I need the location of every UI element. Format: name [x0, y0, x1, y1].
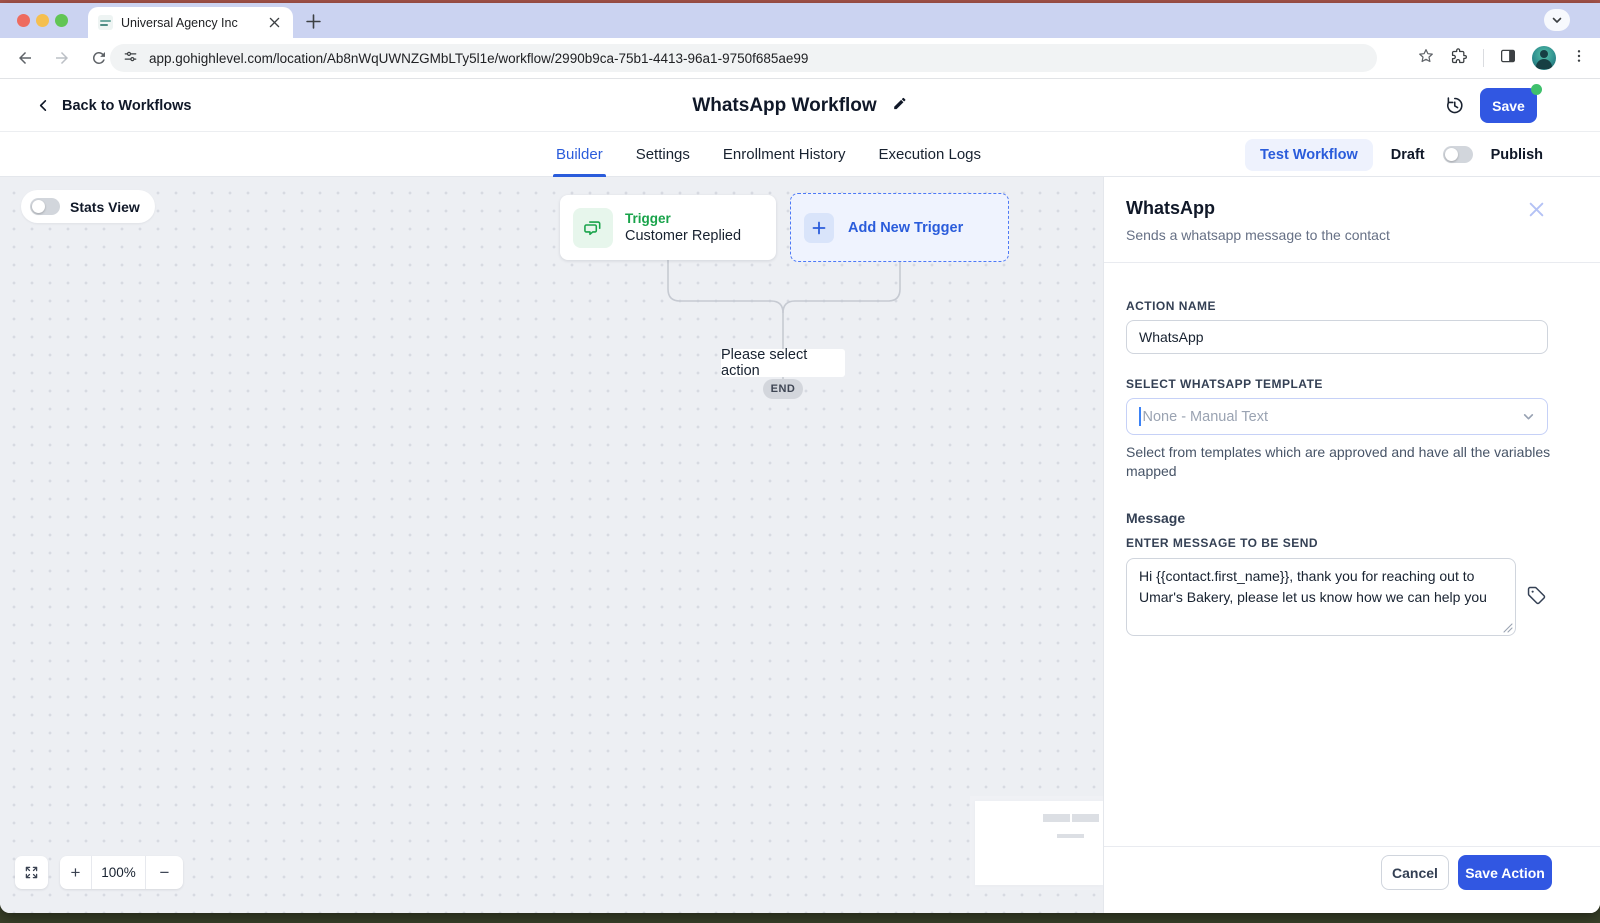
browser-tab-title: Universal Agency Inc: [121, 15, 238, 30]
version-history-icon[interactable]: [1441, 92, 1467, 118]
browser-toolbar: app.gohighlevel.com/location/Ab8nWqUWNZG…: [0, 38, 1600, 78]
trigger-node-subtitle: Customer Replied: [625, 228, 742, 244]
minimap[interactable]: [975, 801, 1103, 885]
panel-footer: Cancel Save Action: [1104, 846, 1600, 913]
url-text: app.gohighlevel.com/location/Ab8nWqUWNZG…: [149, 50, 809, 66]
minimap-node: [1043, 814, 1070, 822]
message-textarea[interactable]: Hi {{contact.first_name}}, thank you for…: [1126, 558, 1516, 636]
toolbar-divider: [1483, 49, 1484, 67]
test-workflow-button[interactable]: Test Workflow: [1245, 138, 1373, 171]
publish-toggle[interactable]: [1442, 146, 1473, 163]
add-new-trigger-node[interactable]: Add New Trigger: [790, 193, 1009, 262]
workflow-title: WhatsApp Workflow: [692, 94, 877, 116]
plus-icon: [804, 212, 834, 243]
unsaved-status-dot: [1531, 84, 1542, 95]
connector-lines: [667, 260, 901, 381]
forward-icon[interactable]: [50, 46, 74, 70]
extensions-icon[interactable]: [1450, 47, 1468, 70]
draft-label: Draft: [1390, 146, 1425, 163]
site-favicon-icon: [98, 15, 113, 30]
panel-divider: [1104, 262, 1600, 263]
chevron-down-icon: [1523, 414, 1534, 420]
tab-enrollment-history[interactable]: Enrollment History: [723, 132, 846, 177]
new-tab-button[interactable]: [303, 11, 323, 31]
zoom-out-button[interactable]: −: [145, 856, 183, 889]
message-section-label: Message: [1126, 510, 1186, 526]
browser-tabstrip: Universal Agency Inc: [0, 3, 1600, 38]
back-to-workflows-button[interactable]: Back to Workflows: [36, 79, 191, 132]
stats-view-control: Stats View: [21, 190, 155, 223]
zoom-level: 100%: [91, 856, 145, 889]
stats-view-label: Stats View: [70, 198, 140, 215]
zoom-in-button[interactable]: +: [60, 856, 91, 889]
profile-avatar[interactable]: [1532, 46, 1556, 70]
tab-close-icon[interactable]: [266, 14, 283, 31]
bookmark-star-icon[interactable]: [1417, 47, 1435, 70]
browser-window: Universal Agency Inc app.gohighlevel.com…: [0, 3, 1600, 913]
browser-menu-icon[interactable]: [1571, 48, 1587, 69]
window-zoom-button[interactable]: [55, 14, 68, 27]
fit-to-screen-button[interactable]: [15, 856, 48, 889]
tab-execution-logs[interactable]: Execution Logs: [878, 132, 981, 177]
panel-title: WhatsApp: [1126, 198, 1215, 218]
tab-builder[interactable]: Builder: [553, 132, 606, 177]
cancel-button[interactable]: Cancel: [1381, 855, 1449, 890]
workflow-tabbar: Builder Settings Enrollment History Exec…: [0, 132, 1600, 177]
message-field-label: ENTER MESSAGE TO BE SEND: [1126, 536, 1318, 550]
publish-label: Publish: [1490, 146, 1543, 163]
trigger-node[interactable]: Trigger Customer Replied: [560, 195, 776, 260]
minimap-node: [1072, 814, 1099, 822]
back-icon[interactable]: [13, 46, 37, 70]
zoom-controls: + 100% −: [60, 856, 183, 889]
text-caret: [1139, 407, 1141, 426]
template-select-label: SELECT WHATSAPP TEMPLATE: [1126, 377, 1323, 391]
browser-tab[interactable]: Universal Agency Inc: [88, 7, 293, 38]
tab-settings[interactable]: Settings: [636, 132, 690, 177]
window-minimize-button[interactable]: [36, 14, 49, 27]
reload-icon[interactable]: [87, 46, 111, 70]
save-button[interactable]: Save: [1480, 88, 1537, 123]
whatsapp-template-select[interactable]: None - Manual Text: [1126, 398, 1548, 435]
panel-subtitle: Sends a whatsapp message to the contact: [1126, 227, 1390, 243]
window-close-button[interactable]: [17, 14, 30, 27]
workflow-canvas[interactable]: Stats View Trigger Customer Replied Add …: [0, 177, 1103, 913]
close-panel-icon[interactable]: [1527, 200, 1546, 219]
custom-values-tag-icon[interactable]: [1524, 583, 1548, 607]
trigger-node-title: Trigger: [625, 211, 671, 226]
url-address-bar[interactable]: app.gohighlevel.com/location/Ab8nWqUWNZG…: [110, 44, 1377, 72]
end-node: END: [763, 379, 803, 399]
back-to-workflows-label: Back to Workflows: [62, 97, 192, 114]
tab-search-chevron-icon[interactable]: [1544, 9, 1570, 31]
site-settings-icon[interactable]: [123, 49, 138, 67]
chat-bubbles-icon: [573, 207, 613, 248]
template-select-placeholder: None - Manual Text: [1142, 408, 1268, 425]
workflow-header: Back to Workflows WhatsApp Workflow Save: [0, 79, 1600, 132]
action-settings-panel: WhatsApp Sends a whatsapp message to the…: [1103, 177, 1600, 913]
template-help-text: Select from templates which are approved…: [1126, 444, 1551, 479]
action-name-label: ACTION NAME: [1126, 299, 1216, 313]
save-action-button[interactable]: Save Action: [1458, 855, 1552, 890]
side-panel-icon[interactable]: [1499, 47, 1517, 70]
action-name-input[interactable]: [1126, 320, 1548, 354]
please-select-action-node[interactable]: Please select action: [721, 347, 845, 379]
edit-title-pencil-icon[interactable]: [893, 96, 908, 116]
minimap-node: [1057, 834, 1084, 838]
add-new-trigger-label: Add New Trigger: [848, 219, 964, 236]
stats-view-toggle[interactable]: [30, 198, 60, 215]
